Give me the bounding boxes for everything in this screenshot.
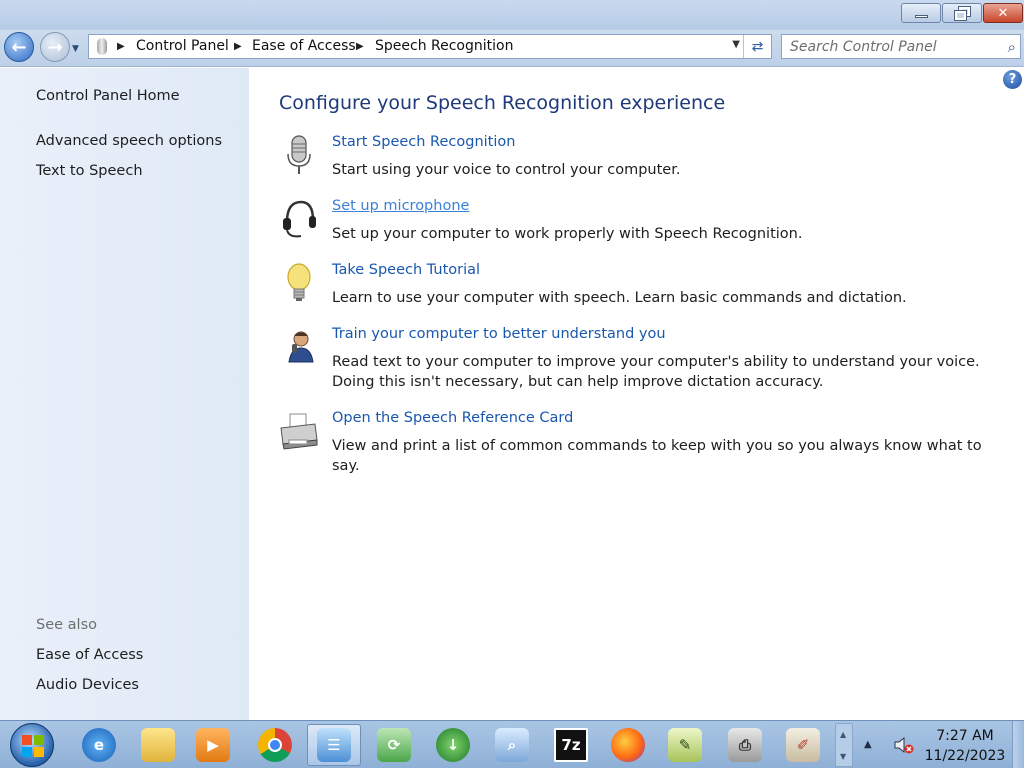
minimize-icon [915,15,928,18]
back-button[interactable]: ← [4,32,34,62]
fax-icon: ⎙ [728,728,762,762]
start-speech-recognition-link[interactable]: Start Speech Recognition [332,134,515,150]
task-description: Learn to use your computer with speech. … [332,290,907,306]
ease-of-access-link[interactable]: Ease of Access [36,647,143,663]
internet-explorer-icon: e [82,728,116,762]
taskbar-notepad[interactable]: ✎ [658,724,712,766]
control-panel-icon: ☰ [317,728,351,762]
show-desktop-button[interactable] [1012,721,1024,768]
headset-icon [283,200,316,238]
speech-reference-card-link[interactable]: Open the Speech Reference Card [332,410,573,426]
help-icon[interactable]: ? [1003,70,1022,89]
task-set-up-microphone: Set up microphone Set up your computer t… [279,198,999,248]
close-button[interactable]: ✕ [983,3,1023,23]
advanced-speech-options-link[interactable]: Advanced speech options [36,133,222,149]
task-description: View and print a list of common commands… [332,438,982,474]
taskbar-search-network[interactable]: ⌕ [485,724,539,766]
close-icon: ✕ [997,5,1009,21]
train-computer-link[interactable]: Train your computer to better understand… [332,326,666,342]
taskbar-download-manager[interactable]: ↓ [426,724,480,766]
title-bar: ✕ [0,0,1024,30]
take-speech-tutorial-link[interactable]: Take Speech Tutorial [332,262,480,278]
media-player-icon: ▶ [196,728,230,762]
sync-center-icon: ⟳ [377,728,411,762]
taskbar: e ▶ ☰ ⟳ ↓ ⌕ 7z ✎ ⎙ ✐ ▲ ▼ ▲ 7:27 AM 11/22/… [0,720,1024,768]
taskbar-control-panel[interactable]: ☰ [307,724,361,766]
search-network-icon: ⌕ [495,728,529,762]
breadcrumb-ease-of-access[interactable]: Ease of Access [252,38,356,54]
taskbar-fax[interactable]: ⎙ [718,724,772,766]
task-train-computer: Train your computer to better understand… [279,326,999,396]
text-to-speech-link[interactable]: Text to Speech [36,163,143,179]
task-speech-tutorial: Take Speech Tutorial Learn to use your c… [279,262,999,312]
navigation-bar: ← → ▼ ▶ Control Panel ▶ Ease of Access ▶… [0,30,1024,67]
taskbar-paint[interactable]: ✐ [776,724,830,766]
download-manager-icon: ↓ [436,728,470,762]
microphone-icon [97,38,107,55]
firefox-icon [611,728,645,762]
back-arrow-icon: ← [11,36,27,58]
breadcrumb-separator-icon[interactable]: ▶ [234,41,242,52]
start-button[interactable] [10,723,54,767]
see-also-label: See also [36,617,97,633]
task-description: Read text to your computer to improve yo… [332,354,980,390]
lightbulb-icon [287,263,311,301]
7zip-icon: 7z [554,728,588,762]
user-train-icon [288,331,314,363]
breadcrumb-separator-icon[interactable]: ▶ [356,41,364,52]
refresh-icon[interactable]: ⇄ [743,35,771,58]
task-description: Set up your computer to work properly wi… [332,226,803,242]
task-description: Start using your voice to control your c… [332,162,681,178]
forward-button[interactable]: → [40,32,70,62]
notepad-icon: ✎ [668,728,702,762]
search-icon[interactable]: ⌕ [1008,38,1016,56]
recent-pages-dropdown-icon[interactable]: ▼ [72,44,79,54]
control-panel-home-link[interactable]: Control Panel Home [36,88,180,104]
breadcrumb-control-panel[interactable]: Control Panel [136,38,229,54]
clock-date: 11/22/2023 [924,748,1006,764]
paint-icon: ✐ [786,728,820,762]
windows-logo-icon [22,735,44,757]
system-clock[interactable]: 7:27 AM 11/22/2023 [924,726,1006,766]
breadcrumb-separator-icon[interactable]: ▶ [117,41,125,52]
task-start-speech-recognition: Start Speech Recognition Start using you… [279,134,999,184]
restore-icon-back [954,10,967,21]
forward-arrow-icon: → [47,36,63,58]
audio-devices-link[interactable]: Audio Devices [36,677,139,693]
taskbar-firefox[interactable] [601,724,655,766]
search-box[interactable]: ⌕ [781,34,1021,59]
taskbar-file-explorer[interactable] [131,724,185,766]
taskbar-sync-center[interactable]: ⟳ [367,724,421,766]
left-navigation-pane: Control Panel Home Advanced speech optio… [0,68,249,720]
minimize-button[interactable] [901,3,941,23]
taskbar-internet-explorer[interactable]: e [72,724,126,766]
search-input[interactable] [782,35,996,58]
address-bar[interactable]: ▶ Control Panel ▶ Ease of Access ▶ Speec… [88,34,772,59]
breadcrumb-speech-recognition[interactable]: Speech Recognition [375,38,513,54]
taskbar-scroll[interactable]: ▲ ▼ [835,723,853,767]
volume-muted-icon[interactable] [893,735,915,755]
clock-time: 7:27 AM [936,728,994,744]
taskbar-7zip[interactable]: 7z [544,724,598,766]
chrome-icon [258,728,292,762]
task-speech-reference-card: Open the Speech Reference Card View and … [279,410,999,474]
file-explorer-icon [141,728,175,762]
set-up-microphone-link[interactable]: Set up microphone [332,198,469,214]
restore-button[interactable] [942,3,982,23]
show-hidden-icons-icon[interactable]: ▲ [864,739,872,750]
printer-icon [280,413,318,450]
main-content: ? Configure your Speech Recognition expe… [250,68,1024,720]
microphone-icon [287,135,311,174]
taskbar-chrome[interactable] [248,724,302,766]
page-title: Configure your Speech Recognition experi… [279,92,726,114]
taskbar-media-player[interactable]: ▶ [186,724,240,766]
address-dropdown-icon[interactable]: ▼ [732,39,740,50]
